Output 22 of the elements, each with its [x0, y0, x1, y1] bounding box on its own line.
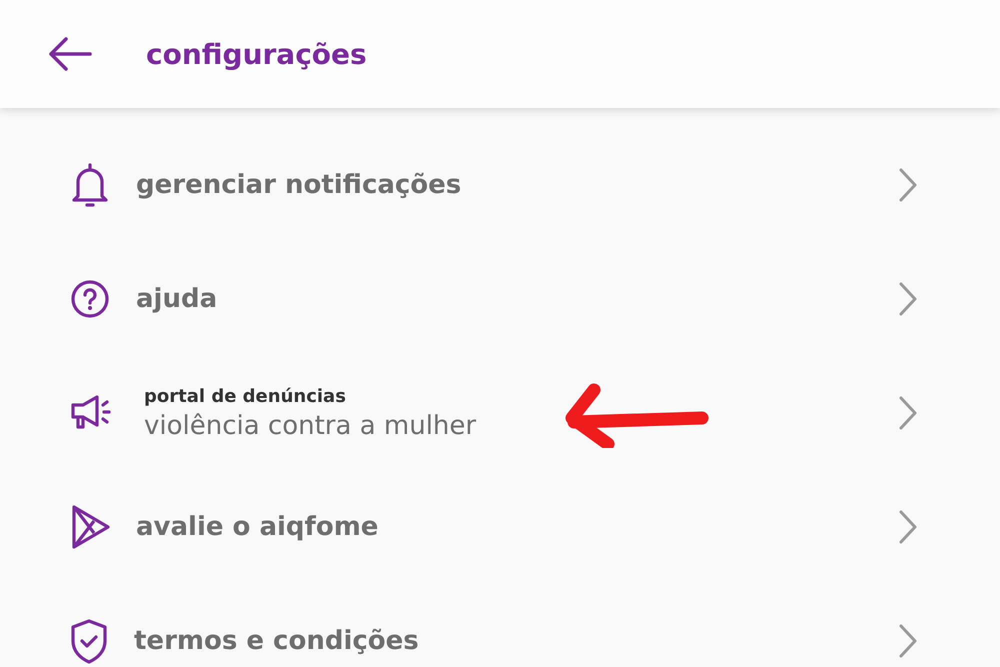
help-icon: [70, 279, 110, 319]
chevron-right-icon: [898, 281, 918, 317]
chevron-right-icon: [898, 623, 918, 659]
screen-title: configurações: [146, 38, 367, 70]
item-label: ajuda: [136, 284, 218, 314]
bell-icon: [70, 162, 110, 208]
play-store-icon: [70, 504, 110, 550]
chevron-right-icon: [898, 167, 918, 203]
settings-item[interactable]: gerenciar notificações: [0, 128, 1000, 242]
chevron-right-icon: [898, 395, 918, 431]
settings-item[interactable]: termos e condições: [0, 584, 1000, 667]
settings-item[interactable]: avalie o aiqfome: [0, 470, 1000, 584]
chevron-right-icon: [898, 509, 918, 545]
back-arrow-icon[interactable]: [48, 37, 92, 71]
settings-item[interactable]: portal de denúncias violência contra a mulher: [0, 356, 1000, 470]
shield-check-icon: [70, 618, 108, 664]
settings-item[interactable]: ajuda: [0, 242, 1000, 356]
item-label: avalie o aiqfome: [136, 512, 380, 542]
item-label: gerenciar notificações: [136, 170, 462, 200]
item-label: termos e condições: [134, 626, 420, 656]
item-label: violência contra a mulher: [144, 410, 478, 440]
item-overline: portal de denúncias: [144, 386, 347, 406]
